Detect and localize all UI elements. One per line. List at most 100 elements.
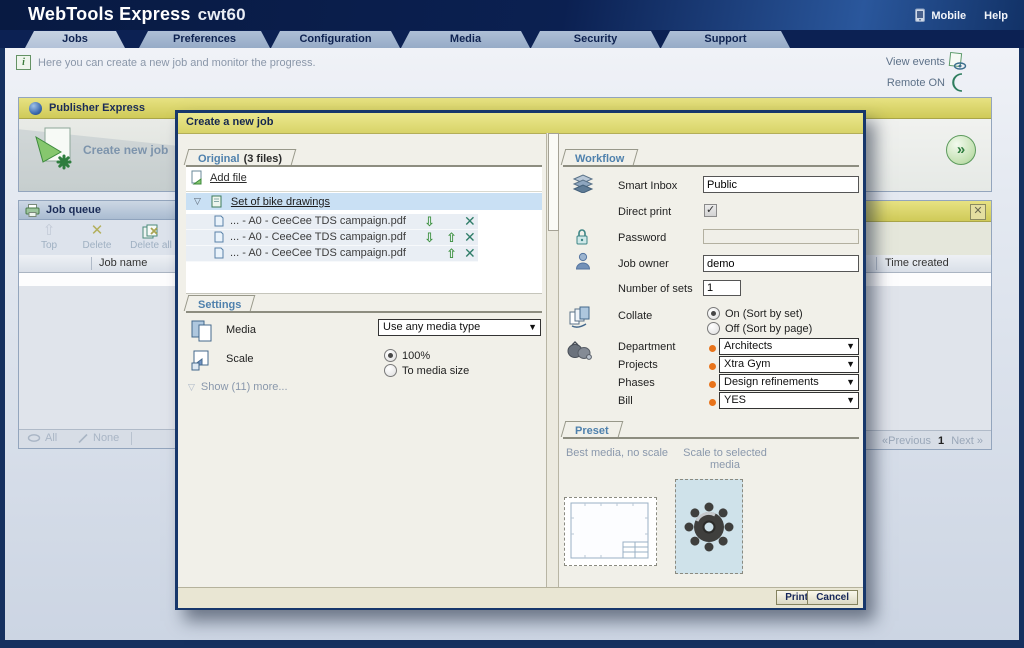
select-none-label: None: [93, 432, 119, 444]
time-created-column-header: Time created: [885, 257, 949, 269]
collate-off-radio[interactable]: [707, 322, 720, 335]
move-down-icon[interactable]: [424, 230, 435, 245]
info-icon: i: [16, 55, 31, 70]
move-up-icon[interactable]: [446, 246, 457, 261]
dropdown-arrow-icon: [846, 359, 855, 369]
create-new-job-button[interactable]: Create new job: [83, 143, 168, 157]
scrollbar-thumb[interactable]: [548, 133, 559, 231]
delete-button[interactable]: ✕ Delete: [75, 222, 119, 251]
delete-all-icon: [123, 222, 179, 240]
tab-preset[interactable]: Preset: [563, 421, 621, 437]
help-link[interactable]: Help: [984, 10, 1008, 22]
remove-file-icon[interactable]: [464, 230, 476, 245]
phases-selected-value: Design refinements: [724, 376, 819, 388]
remove-file-icon[interactable]: [464, 246, 476, 261]
page-hint-text: Here you can create a new job and monito…: [38, 57, 316, 69]
set-document-icon: [211, 195, 222, 208]
department-select[interactable]: Architects: [719, 338, 859, 355]
preset-scale-to-media-thumbnail[interactable]: [675, 479, 743, 574]
move-up-icon[interactable]: [446, 230, 457, 245]
job-name-column-header: Job name: [99, 257, 147, 269]
required-dot: [709, 363, 716, 370]
webtools-express-app: WebTools Expresscwt60 Mobile Help Jobs P…: [0, 0, 1024, 648]
help-label: Help: [984, 10, 1008, 22]
close-icon[interactable]: ✕: [970, 204, 986, 220]
scale-100-radio[interactable]: [384, 349, 397, 362]
scale-to-media-radio[interactable]: [384, 364, 397, 377]
projects-select[interactable]: Xtra Gym: [719, 356, 859, 373]
dropdown-arrow-icon: [528, 322, 537, 332]
collate-icon: [568, 306, 592, 328]
remove-file-icon[interactable]: [464, 214, 476, 229]
media-select[interactable]: Use any media type: [378, 319, 541, 336]
view-events-link[interactable]: View events: [886, 56, 945, 68]
required-dot: [709, 345, 716, 352]
go-chevron-icon[interactable]: »: [946, 135, 976, 165]
phases-select[interactable]: Design refinements: [719, 374, 859, 391]
smart-inbox-input[interactable]: [703, 176, 859, 193]
app-title-text: WebTools Express: [28, 4, 191, 24]
mobile-label: Mobile: [931, 10, 966, 22]
dropdown-arrow-icon: [846, 395, 855, 405]
preset-option-2-label: Scale to selected media: [675, 447, 775, 471]
remote-on-icon[interactable]: [949, 72, 967, 92]
tab-rule: [186, 311, 542, 313]
select-none-link[interactable]: None: [77, 432, 119, 444]
remote-status-link[interactable]: Remote ON: [887, 77, 945, 89]
next-page-link[interactable]: Next »: [951, 435, 983, 447]
dialog-scrollbar[interactable]: [546, 133, 559, 587]
file-row[interactable]: ... - A0 - CeeCee TDS campaign.pdf: [186, 246, 478, 262]
show-more-link[interactable]: ▽Show (11) more...: [188, 381, 288, 393]
tab-jobs[interactable]: Jobs: [25, 31, 125, 48]
separator: [186, 191, 542, 192]
gear-art: [683, 501, 735, 553]
view-events-icon[interactable]: [947, 52, 967, 71]
tab-preferences[interactable]: Preferences: [139, 31, 270, 48]
settings-tab-label: Settings: [198, 299, 241, 311]
media-label: Media: [226, 324, 256, 336]
tab-workflow[interactable]: Workflow: [563, 149, 636, 165]
job-owner-input[interactable]: [703, 255, 859, 272]
file-row[interactable]: ... - A0 - CeeCee TDS campaign.pdf: [186, 230, 478, 246]
number-of-sets-input[interactable]: [703, 280, 741, 296]
previous-page-link[interactable]: «Previous: [882, 435, 931, 447]
file-set-name: Set of bike drawings: [231, 196, 330, 208]
collate-off-label: Off (Sort by page): [725, 323, 812, 335]
collate-on-radio[interactable]: [707, 307, 720, 320]
direct-print-label: Direct print: [618, 206, 671, 218]
create-new-job-icon[interactable]: [33, 125, 73, 171]
tab-rule: [563, 437, 859, 439]
scale-to-media-label: To media size: [402, 365, 469, 377]
file-row[interactable]: ... - A0 - CeeCee TDS campaign.pdf: [186, 214, 478, 230]
delete-all-button[interactable]: Delete all: [123, 222, 179, 251]
cancel-button[interactable]: Cancel: [807, 590, 858, 605]
tab-configuration[interactable]: Configuration: [271, 31, 400, 48]
file-icon: [214, 215, 224, 227]
add-file-icon: [190, 170, 203, 185]
delete-all-button-label: Delete all: [130, 240, 172, 251]
tab-settings[interactable]: Settings: [186, 295, 253, 311]
select-all-link[interactable]: All: [27, 432, 57, 444]
direct-print-checkbox[interactable]: [704, 204, 717, 217]
tab-rule: [563, 165, 859, 167]
bill-select[interactable]: YES: [719, 392, 859, 409]
tab-support[interactable]: Support: [661, 31, 790, 48]
top-arrow-icon: ⇧: [27, 222, 71, 240]
preset-best-media-thumbnail[interactable]: [564, 497, 657, 566]
tab-original[interactable]: Original(3 files): [186, 149, 294, 165]
select-all-icon: [27, 433, 41, 443]
add-file-link[interactable]: Add file: [190, 170, 247, 185]
move-down-icon[interactable]: [424, 214, 435, 229]
show-more-label: Show (11) more...: [201, 381, 288, 393]
bill-label: Bill: [618, 395, 633, 407]
file-icon: [214, 247, 224, 259]
file-set-row[interactable]: ▽ Set of bike drawings: [186, 193, 542, 210]
mobile-link[interactable]: Mobile: [914, 8, 966, 23]
tab-media[interactable]: Media: [401, 31, 530, 48]
preset-option-1-label: Best media, no scale: [565, 447, 669, 459]
password-input: [703, 229, 859, 244]
expand-triangle-icon[interactable]: ▽: [194, 196, 201, 207]
top-button[interactable]: ⇧ Top: [27, 222, 71, 251]
tab-security[interactable]: Security: [531, 31, 660, 48]
required-dot: [709, 381, 716, 388]
